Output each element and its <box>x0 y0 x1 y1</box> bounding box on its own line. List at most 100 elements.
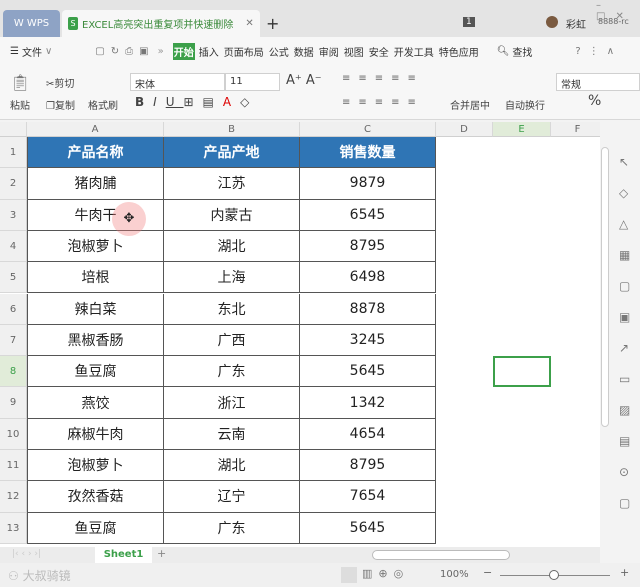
table-cell[interactable]: 1342 <box>300 387 436 419</box>
menu-tab-developer[interactable]: 开发工具 <box>393 43 435 60</box>
column-header-B[interactable]: B <box>164 122 300 137</box>
font-name-select[interactable]: 宋体 <box>130 73 225 91</box>
table-header-cell[interactable]: 产品产地 <box>164 137 300 169</box>
grid-cell[interactable] <box>493 325 551 356</box>
font-size-select[interactable]: 11 <box>225 73 280 91</box>
table-cell[interactable]: 东北 <box>164 293 300 325</box>
table-cell[interactable]: 4654 <box>300 418 436 450</box>
menu-tab-security[interactable]: 安全 <box>368 43 390 60</box>
zoom-slider-thumb[interactable] <box>549 570 559 580</box>
table-cell[interactable]: 5645 <box>300 356 436 388</box>
horizontal-scrollbar[interactable] <box>372 550 510 560</box>
help-icons[interactable]: ?⋮∧ <box>575 46 622 57</box>
number-format-select[interactable]: 常规 <box>556 73 640 91</box>
grid-cell[interactable] <box>493 200 551 231</box>
grid-cell[interactable] <box>551 325 600 356</box>
table-cell[interactable]: 辣白菜 <box>27 293 164 325</box>
row-header-2[interactable]: 2 <box>0 168 27 200</box>
table-header-cell[interactable]: 销售数量 <box>300 137 436 169</box>
table-cell[interactable]: 7654 <box>300 481 436 513</box>
row-header-9[interactable]: 9 <box>0 387 27 419</box>
search-button[interactable]: 查找 <box>512 44 532 59</box>
selected-cell-E8[interactable] <box>493 356 551 388</box>
zoom-in-button[interactable]: + <box>620 566 629 579</box>
spreadsheet-grid[interactable]: A B C D E F 1 2 3 4 5 6 7 8 9 10 11 12 13 产品名称 产品产地 销售数量 猪肉脯 江苏… <box>0 122 600 547</box>
hamburger-icon[interactable]: ☰ <box>10 46 19 57</box>
row-header-6[interactable]: 6 <box>0 293 27 325</box>
format-painter-button[interactable]: 格式刷 <box>88 97 118 112</box>
grid-cell[interactable] <box>493 168 551 199</box>
grid-cell[interactable] <box>436 481 493 512</box>
add-sheet-button[interactable]: + <box>157 547 166 560</box>
table-cell[interactable]: 8795 <box>300 450 436 482</box>
table-cell[interactable]: 泡椒萝卜 <box>27 230 164 263</box>
grid-cell[interactable] <box>551 513 600 544</box>
align-buttons[interactable]: ≡≡≡≡≡ <box>342 73 424 84</box>
table-cell[interactable]: 6545 <box>300 199 436 231</box>
grid-cell[interactable] <box>551 419 600 450</box>
menu-tab-data[interactable]: 数据 <box>293 43 315 60</box>
avatar[interactable] <box>546 16 558 28</box>
normal-view-icon[interactable] <box>341 567 357 583</box>
table-cell[interactable]: 麻椒牛肉 <box>27 418 164 450</box>
table-cell[interactable]: 培根 <box>27 262 164 294</box>
column-header-C[interactable]: C <box>300 122 436 137</box>
table-cell[interactable]: 鱼豆腐 <box>27 512 164 544</box>
row-header-1[interactable]: 1 <box>0 137 27 169</box>
table-cell[interactable]: 湖北 <box>164 450 300 482</box>
document-tab[interactable]: S EXCEL高亮突出重复项并快速删除 ✕ <box>62 10 260 37</box>
grid-cell[interactable] <box>493 231 551 262</box>
table-cell[interactable]: 广东 <box>164 512 300 544</box>
grid-cell[interactable] <box>493 262 551 293</box>
table-cell[interactable]: 8795 <box>300 230 436 263</box>
grid-cell[interactable] <box>551 168 600 199</box>
row-header-11[interactable]: 11 <box>0 450 27 482</box>
more-button[interactable]: » <box>158 46 164 57</box>
menu-tab-formula[interactable]: 公式 <box>268 43 290 60</box>
grid-cell[interactable] <box>551 137 600 168</box>
grid-cell[interactable] <box>436 450 493 481</box>
grid-cell[interactable] <box>551 231 600 262</box>
column-header-F[interactable]: F <box>551 122 600 137</box>
table-cell[interactable]: 猪肉脯 <box>27 168 164 200</box>
grid-cell[interactable] <box>436 168 493 199</box>
menu-tab-home[interactable]: 开始 <box>172 42 195 60</box>
grid-cell[interactable] <box>436 419 493 450</box>
sheet-nav-arrows[interactable]: |‹ ‹ › ›| <box>12 549 41 559</box>
grid-cell[interactable] <box>551 481 600 512</box>
grid-cell[interactable] <box>436 513 493 544</box>
percent-button[interactable]: % <box>588 93 601 109</box>
grid-cell[interactable] <box>436 325 493 356</box>
grid-cell[interactable] <box>436 356 493 387</box>
paste-button[interactable]: 粘贴 <box>10 97 30 112</box>
row-header-10[interactable]: 10 <box>0 418 27 450</box>
grid-cell[interactable] <box>493 137 551 168</box>
copy-button[interactable]: ❐复制 <box>46 97 75 112</box>
quick-access-icons[interactable]: ▢↻⎙▣ <box>95 46 154 57</box>
row-header-5[interactable]: 5 <box>0 262 27 294</box>
table-cell[interactable]: 孜然香菇 <box>27 481 164 513</box>
grid-cell[interactable] <box>551 450 600 481</box>
table-cell[interactable]: 泡椒萝卜 <box>27 450 164 482</box>
zoom-level[interactable]: 100% <box>440 569 469 580</box>
grid-cell[interactable] <box>436 262 493 293</box>
merge-center-button[interactable]: 合并居中 <box>450 97 490 112</box>
grid-cell[interactable] <box>551 387 600 418</box>
table-cell[interactable]: 黑椒香肠 <box>27 324 164 357</box>
table-cell[interactable]: 上海 <box>164 262 300 294</box>
wrap-text-button[interactable]: 自动换行 <box>505 97 545 112</box>
grid-cell[interactable] <box>436 294 493 325</box>
vertical-scrollbar[interactable] <box>600 137 610 547</box>
table-cell[interactable]: 8878 <box>300 293 436 325</box>
menu-tab-review[interactable]: 审阅 <box>318 43 340 60</box>
grid-cell[interactable] <box>493 450 551 481</box>
menu-tab-special[interactable]: 特色应用 <box>438 43 480 60</box>
grid-cell[interactable] <box>551 356 600 387</box>
window-count-badge[interactable]: 1 <box>463 17 475 27</box>
window-controls[interactable]: –□✕ <box>596 0 640 22</box>
row-header-13[interactable]: 13 <box>0 512 27 544</box>
grid-cell[interactable] <box>436 200 493 231</box>
table-cell[interactable]: 鱼豆腐 <box>27 356 164 388</box>
table-cell[interactable]: 浙江 <box>164 387 300 419</box>
cut-button[interactable]: ✂剪切 <box>46 75 74 90</box>
